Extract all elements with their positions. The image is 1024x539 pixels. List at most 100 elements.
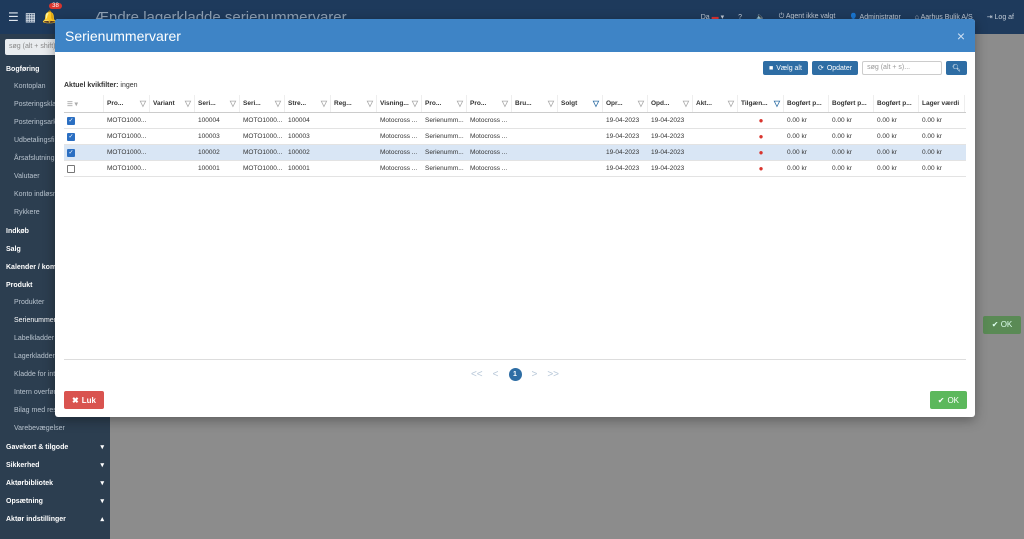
filter-icon[interactable]: ▽ [683, 99, 689, 108]
filter-icon[interactable]: ▽ [728, 99, 734, 108]
pager-page-1[interactable]: 1 [508, 368, 522, 381]
sidebar-section[interactable]: Gavekort & tilgode ▾ [0, 438, 110, 456]
column-header[interactable]: Bogført p... [784, 95, 829, 112]
table-cell [512, 113, 558, 128]
x-icon: ✖ [72, 395, 79, 405]
column-header[interactable]: Visning... ▽ [377, 95, 422, 112]
column-header[interactable]: Tilgæn... ▽ [738, 95, 784, 112]
table-cell [558, 161, 603, 176]
table-cell: 0.00 kr [922, 149, 942, 156]
sidebar-section[interactable]: Aktør indstillinger ▴ [0, 510, 110, 528]
column-header[interactable]: Opd... ▽ [648, 95, 693, 112]
table-cell: 100001 [288, 165, 310, 172]
column-header[interactable]: Seri... ▽ [195, 95, 240, 112]
table-cell [693, 145, 738, 160]
notification-badge: 38 [49, 3, 62, 9]
table-cell: 19-04-2023 [606, 117, 640, 124]
search-icon: 🔍︎ [952, 65, 961, 72]
filter-icon[interactable]: ▽ [185, 99, 191, 108]
table-cell: 0.00 kr [832, 117, 852, 124]
row-checkbox-cell: ✓ [64, 113, 104, 128]
sidebar-item[interactable]: Varebevægelser [0, 420, 110, 438]
filter-icon[interactable]: ▽ [502, 99, 508, 108]
dialog-title: Serienummervarer [65, 27, 181, 44]
column-header-label: Opr... [606, 100, 623, 107]
column-header[interactable]: Bru... ▽ [512, 95, 558, 112]
column-header[interactable]: Pro... ▽ [422, 95, 467, 112]
table-cell: MOTO1000... [107, 117, 147, 124]
table-cell: MOTO1000... [243, 165, 283, 172]
column-header[interactable]: Stre... ▽ [285, 95, 331, 112]
sidebar-section-label: Sikkerhed [6, 461, 40, 469]
filter-icon[interactable]: ▽ [367, 99, 373, 108]
row-checkbox[interactable]: ✓ [67, 132, 75, 141]
pagination: << < 1 > >> [64, 359, 966, 389]
filter-icon[interactable]: ▽ [275, 99, 281, 108]
column-menu-icon[interactable]: ☰ ▾ [64, 95, 104, 112]
refresh-button[interactable]: ⟳ Opdater [811, 61, 859, 75]
table-row[interactable]: ✓ MOTO1000... 100004 MOTO1000... 100004 Motoc… [64, 113, 966, 129]
filter-icon[interactable]: ▽ [321, 99, 327, 108]
column-header[interactable]: Bogført p... [829, 95, 874, 112]
sidebar-section[interactable]: Opsætning ▾ [0, 492, 110, 510]
table-row[interactable]: ✓ MOTO1000... 100003 MOTO1000... 100003 Motoc… [64, 129, 966, 145]
table-cell: MOTO1000... [243, 117, 283, 124]
filter-icon[interactable]: ▽ [774, 99, 780, 108]
row-checkbox[interactable] [67, 164, 75, 173]
sidebar-section[interactable]: Aktørbibliotek ▾ [0, 474, 110, 492]
column-header[interactable]: Lager værdi [919, 95, 965, 112]
row-checkbox[interactable]: ✓ [67, 148, 75, 157]
menu-icon[interactable]: ☰ [8, 10, 19, 24]
column-header[interactable]: Bogført p... [874, 95, 919, 112]
pager-last[interactable]: >> [547, 369, 559, 380]
grid-header: ☰ ▾ Pro... ▽ Variant ▽ Seri... ▽ Seri... ▽ Stre..… [64, 95, 966, 113]
pager-first[interactable]: << [471, 369, 483, 380]
pager-next[interactable]: > [532, 369, 538, 380]
column-header[interactable]: Pro... ▽ [467, 95, 512, 112]
select-all-button[interactable]: ■ Vælg alt [763, 61, 808, 75]
table-cell: Motocross ... [470, 165, 508, 172]
filter-icon[interactable]: ▽ [140, 99, 146, 108]
table-cell: 100003 [198, 133, 220, 140]
table-row[interactable]: MOTO1000... 100001 MOTO1000... 100001 Motocr… [64, 161, 966, 177]
filter-icon[interactable]: ▽ [230, 99, 236, 108]
filter-icon[interactable]: ▽ [548, 99, 554, 108]
table-cell: Motocross ... [470, 149, 508, 156]
chevron-icon: ▾ [100, 444, 104, 451]
row-checkbox-cell: ✓ [64, 145, 104, 160]
filter-icon[interactable]: ▽ [457, 99, 463, 108]
table-cell [150, 161, 195, 176]
filter-icon[interactable]: ▽ [412, 99, 418, 108]
table-cell: MOTO1000... [107, 165, 147, 172]
column-header[interactable]: Pro... ▽ [104, 95, 150, 112]
column-header[interactable]: Solgt ▽ [558, 95, 603, 112]
table-cell: Serienumm... [425, 165, 464, 172]
close-button[interactable]: ✖ Luk [64, 391, 104, 409]
sidebar-section-label: Indkøb [6, 227, 29, 235]
filter-icon[interactable]: ▽ [638, 99, 644, 108]
column-header-label: Stre... [288, 100, 307, 107]
ok-button[interactable]: ✔ OK [929, 391, 967, 409]
table-cell [558, 113, 603, 128]
column-header[interactable]: Opr... ▽ [603, 95, 648, 112]
row-checkbox[interactable]: ✓ [67, 116, 75, 125]
table-cell: 0.00 kr [787, 165, 807, 172]
close-icon[interactable]: × [957, 28, 965, 44]
column-header[interactable]: Seri... ▽ [240, 95, 285, 112]
grid-icon[interactable]: ▦ [25, 10, 36, 24]
checkbox-icon: ■ [769, 64, 774, 72]
pager-prev[interactable]: < [493, 369, 499, 380]
table-cell: 0.00 kr [787, 133, 807, 140]
filter-icon[interactable]: ▽ [593, 99, 599, 108]
column-header-label: Solgt [561, 100, 578, 107]
search-button[interactable]: 🔍︎ [946, 61, 967, 75]
sidebar-section[interactable]: Sikkerhed ▾ [0, 456, 110, 474]
column-header[interactable]: Reg... ▽ [331, 95, 377, 112]
column-header[interactable]: Akt... ▽ [693, 95, 738, 112]
logout-link[interactable]: ⇥ Log af [987, 13, 1014, 21]
column-header-label: Bogført p... [877, 100, 912, 107]
available-indicator: ● [758, 148, 764, 157]
search-input[interactable]: søg (alt + s)... [862, 61, 943, 75]
column-header[interactable]: Variant ▽ [150, 95, 195, 112]
table-row[interactable]: ✓ MOTO1000... 100002 MOTO1000... 100002 Motoc… [64, 145, 966, 161]
